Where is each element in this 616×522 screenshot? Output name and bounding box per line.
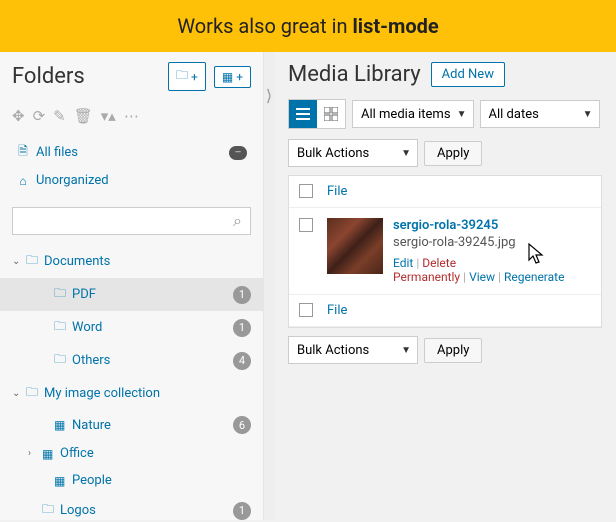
promo-banner: Works also great in list-mode [0, 0, 616, 52]
home-icon: ⌂ [16, 174, 30, 188]
resize-handle[interactable]: ⟩ [264, 52, 274, 520]
tree-item[interactable]: ▦People [0, 467, 263, 494]
tree-item[interactable]: ⌄🗀Documents [0, 245, 263, 278]
gallery-icon: ▦ [42, 447, 60, 461]
sort-icon[interactable]: ▾▴ [101, 107, 116, 125]
bulk-actions-select-bottom[interactable]: Bulk Actions [288, 336, 418, 364]
tree-label: PDF [72, 287, 233, 302]
table-header-row: File [289, 176, 601, 208]
tree-label: Office [60, 446, 251, 461]
view-toggle [288, 99, 346, 129]
tree-label: Logos [60, 503, 233, 518]
folder-icon: 🗀 [42, 500, 60, 520]
folder-icon: 🗀 [176, 66, 188, 87]
quick-unorganized[interactable]: ⌂ Unorganized [12, 168, 251, 193]
tree-label: Word [72, 320, 233, 335]
tree-label: Nature [72, 418, 233, 433]
tree-item[interactable]: 🗀Word1 [0, 311, 263, 344]
tree-item[interactable]: 🗀Others4 [0, 344, 263, 377]
select-all-checkbox[interactable] [299, 184, 313, 198]
quick-all-files[interactable]: 🗎 All files — [12, 137, 251, 168]
folder-icon: 🗀 [26, 251, 44, 272]
banner-prefix: Works also great in [177, 14, 352, 38]
tree-item[interactable]: 🗀Logos1 [0, 494, 263, 520]
add-new-button[interactable]: Add New [431, 62, 505, 87]
add-gallery-button[interactable]: ▦+ [214, 66, 251, 88]
caret-icon: ⌄ [12, 256, 26, 267]
folder-icon: 🗀 [54, 350, 72, 371]
tree-label: People [72, 473, 251, 488]
grid-icon [324, 107, 338, 121]
table-row[interactable]: sergio-rola-39245 sergio-rola-39245.jpg … [289, 208, 601, 295]
grid-view-button[interactable] [317, 100, 345, 128]
media-content: Media Library Add New All media items Al… [274, 52, 616, 520]
file-filename: sergio-rola-39245.jpg [393, 235, 591, 250]
file-title[interactable]: sergio-rola-39245 [393, 218, 591, 233]
search-icon: ⌕ [233, 211, 242, 231]
sidebar-title: Folders [12, 64, 160, 89]
edit-link[interactable]: Edit [393, 256, 413, 270]
folder-icon: 🗀 [54, 284, 72, 305]
regenerate-link[interactable]: Regenerate [504, 270, 565, 284]
tree-item[interactable]: ›▦Office [0, 440, 263, 467]
tree-item[interactable]: ▦Nature6 [0, 410, 263, 440]
quick-label: All files [36, 145, 78, 160]
count-badge: — [229, 146, 247, 160]
count-badge: 1 [233, 502, 251, 520]
folder-icon: 🗀 [26, 383, 44, 404]
row-checkbox[interactable] [299, 218, 313, 232]
gallery-icon: ▦ [222, 70, 233, 84]
search-input[interactable] [21, 214, 233, 229]
column-file[interactable]: File [327, 303, 591, 318]
page-title: Media Library [288, 62, 421, 87]
folders-sidebar: Folders 🗀+ ▦+ ✥ ⟳ ✎ 🗑 ▾▴ ⋯ 🗎 All files —… [0, 52, 264, 520]
bulk-actions-select[interactable]: Bulk Actions [288, 139, 418, 167]
tree-item[interactable]: 🗀PDF1 [0, 278, 263, 311]
rename-icon[interactable]: ✎ [53, 107, 66, 125]
apply-button-bottom[interactable]: Apply [424, 338, 482, 363]
more-icon[interactable]: ⋯ [124, 107, 139, 125]
count-badge: 1 [233, 286, 251, 304]
apply-button[interactable]: Apply [424, 141, 482, 166]
tree-label: Documents [44, 254, 251, 269]
media-type-filter[interactable]: All media items [352, 100, 474, 128]
select-all-checkbox-bottom[interactable] [299, 303, 313, 317]
quick-label: Unorganized [36, 173, 109, 188]
move-icon[interactable]: ✥ [12, 107, 25, 125]
banner-emph: list-mode [352, 14, 438, 38]
refresh-icon[interactable]: ⟳ [33, 107, 46, 125]
media-table: File sergio-rola-39245 sergio-rola-39245… [288, 175, 602, 328]
file-icon: 🗎 [16, 142, 30, 163]
column-file[interactable]: File [327, 184, 591, 199]
list-view-button[interactable] [289, 100, 317, 128]
count-badge: 1 [233, 319, 251, 337]
table-footer-row: File [289, 295, 601, 327]
caret-icon: ⌄ [12, 388, 26, 399]
trash-icon[interactable]: 🗑 [74, 107, 93, 125]
count-badge: 4 [233, 352, 251, 370]
sidebar-toolbar: ✥ ⟳ ✎ 🗑 ▾▴ ⋯ [0, 101, 263, 135]
row-actions: Edit|Delete Permanently|View|Regenerate [393, 256, 591, 284]
folder-tree: ⌄🗀Documents🗀PDF1🗀Word1🗀Others4⌄🗀My image… [0, 245, 263, 520]
view-link[interactable]: View [469, 270, 495, 284]
add-folder-button[interactable]: 🗀+ [168, 62, 206, 91]
count-badge: 6 [233, 416, 251, 434]
gallery-icon: ▦ [54, 418, 72, 432]
folder-icon: 🗀 [54, 317, 72, 338]
date-filter[interactable]: All dates [480, 100, 600, 128]
tree-label: Others [72, 353, 233, 368]
list-icon [296, 107, 310, 121]
tree-label: My image collection [44, 386, 251, 401]
folder-search[interactable]: ⌕ [12, 207, 251, 235]
caret-icon: › [28, 448, 42, 459]
tree-item[interactable]: ⌄🗀My image collection [0, 377, 263, 410]
thumbnail[interactable] [327, 218, 383, 274]
gallery-icon: ▦ [54, 474, 72, 488]
